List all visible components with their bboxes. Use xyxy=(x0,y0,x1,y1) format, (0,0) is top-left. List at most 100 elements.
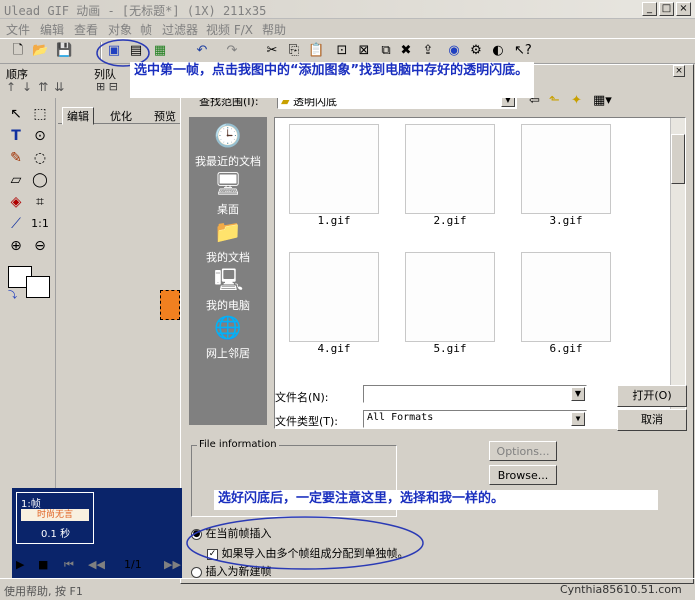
tool-palette: ↖ ⬚ T ⊙ ✎ ◌ ▱ ◯ ◈ ⌗ ⟋ 1:1 ⊕ ⊖ ⤵ xyxy=(0,98,56,488)
dropdown-arrow-icon[interactable]: ▼ xyxy=(571,412,585,426)
file-list-scrollbar[interactable] xyxy=(670,118,685,428)
place-my-computer[interactable]: 🖳 我的电脑 xyxy=(189,267,267,313)
canvas-image-object[interactable] xyxy=(160,290,180,320)
stop-icon[interactable]: ■ xyxy=(38,558,48,571)
first-frame-icon[interactable]: ⏮ xyxy=(64,558,74,572)
zoom-in-icon[interactable]: ⊕ xyxy=(6,236,26,256)
dialog-close-icon[interactable]: × xyxy=(673,65,685,77)
close-button[interactable]: × xyxy=(676,2,691,16)
place-label: 我的电脑 xyxy=(206,299,250,312)
view-menu-icon[interactable]: ▦▾ xyxy=(593,93,612,108)
crop-icon[interactable]: ⊡ xyxy=(334,43,350,59)
scrollbar-thumb[interactable] xyxy=(671,134,685,184)
play-icon[interactable]: ▶ xyxy=(16,558,24,571)
web-icon[interactable]: ◉ xyxy=(446,43,462,59)
lasso-tool-icon[interactable]: ◌ xyxy=(30,148,50,168)
status-help-text: 使用帮助, 按 F1 xyxy=(4,585,83,598)
watermark-text: Cynthia85610.51.com xyxy=(560,583,682,596)
next-frame-icon[interactable]: ▶▶ xyxy=(164,558,181,571)
background-color-swatch[interactable] xyxy=(26,276,50,298)
browse-button[interactable]: Browse... xyxy=(489,465,557,485)
file-thumbnail[interactable] xyxy=(405,252,495,342)
eyedropper-tool-icon[interactable]: ⟋ xyxy=(6,214,26,234)
transform-tool-icon[interactable]: ⊙ xyxy=(30,126,50,146)
maximize-button[interactable]: □ xyxy=(659,2,674,16)
place-label: 网上邻居 xyxy=(206,347,250,360)
place-recent[interactable]: 🕒 我最近的文档 xyxy=(189,123,267,169)
file-thumbnail[interactable] xyxy=(405,124,495,214)
file-name[interactable]: 3.gif xyxy=(521,214,611,227)
fill-tool-icon[interactable]: ◈ xyxy=(6,192,26,212)
actual-size-icon[interactable]: 1:1 xyxy=(30,214,50,234)
open-folder-icon[interactable]: 📂 xyxy=(32,43,48,59)
marquee-tool-icon[interactable]: ⬚ xyxy=(30,104,50,124)
menu-filter[interactable]: 过滤器 xyxy=(162,21,198,38)
my-computer-icon: 🖳 xyxy=(214,268,244,293)
file-name[interactable]: 4.gif xyxy=(289,342,379,355)
help-pointer-icon[interactable]: ↖? xyxy=(514,43,532,59)
place-desktop[interactable]: 🖥 桌面 xyxy=(189,171,267,217)
file-name[interactable]: 6.gif xyxy=(521,342,611,355)
eraser-tool-icon[interactable]: ▱ xyxy=(6,170,26,190)
resize-icon[interactable]: ⊠ xyxy=(356,43,372,59)
paste-icon[interactable]: 📋 xyxy=(308,43,324,59)
status-bar: 使用帮助, 按 F1 Cynthia85610.51.com xyxy=(0,578,695,600)
prev-frame-icon[interactable]: ◀◀ xyxy=(88,558,105,571)
file-name[interactable]: 2.gif xyxy=(405,214,495,227)
file-thumbnail[interactable] xyxy=(289,124,379,214)
menu-help[interactable]: 帮助 xyxy=(262,21,286,38)
duplicate-icon[interactable]: ⧉ xyxy=(378,43,394,59)
new-folder-icon[interactable]: ✦ xyxy=(571,93,582,108)
redo-icon[interactable]: ↷ xyxy=(224,43,240,59)
file-name[interactable]: 5.gif xyxy=(405,342,495,355)
frame-delay: 0.1 秒 xyxy=(41,529,71,540)
undo-icon[interactable]: ↶ xyxy=(194,43,210,59)
text-tool-icon[interactable]: T xyxy=(6,126,26,146)
frame-thumbnail[interactable]: 1:帧 时尚无言 0.1 秒 xyxy=(16,492,94,544)
file-thumbnail[interactable] xyxy=(521,252,611,342)
place-my-documents[interactable]: 📁 我的文档 xyxy=(189,219,267,265)
brush-tool-icon[interactable]: ✎ xyxy=(6,148,26,168)
image-editor-icon[interactable]: ▦ xyxy=(152,43,168,59)
open-button[interactable]: 打开(O) xyxy=(617,385,687,407)
zoom-out-icon[interactable]: ⊖ xyxy=(30,236,50,256)
crop-tool-icon[interactable]: ⌗ xyxy=(30,192,50,212)
highlight-ellipse-options xyxy=(186,516,424,570)
place-network[interactable]: 🌐 网上邻居 xyxy=(189,315,267,361)
dropdown-arrow-icon[interactable]: ▼ xyxy=(571,387,585,401)
menu-edit[interactable]: 编辑 xyxy=(40,21,64,38)
file-thumbnail[interactable] xyxy=(289,252,379,342)
tab-preview[interactable]: 预览 xyxy=(154,108,176,124)
cut-icon[interactable]: ✂ xyxy=(264,43,280,59)
preview-icon[interactable]: ◐ xyxy=(490,43,506,59)
frame-caption: 时尚无言 xyxy=(21,509,89,521)
filename-input[interactable]: ▼ xyxy=(363,385,587,403)
pointer-tool-icon[interactable]: ↖ xyxy=(6,104,26,124)
tools-icon[interactable]: ✖ xyxy=(398,43,414,59)
file-info-label: File information xyxy=(197,439,279,450)
tab-edit[interactable]: 编辑 xyxy=(62,107,94,125)
save-icon[interactable]: 💾 xyxy=(56,43,72,59)
file-name[interactable]: 1.gif xyxy=(289,214,379,227)
menu-video-fx[interactable]: 视频 F/X xyxy=(206,21,253,38)
menu-file[interactable]: 文件 xyxy=(6,21,30,38)
filetype-label: 文件类型(T): xyxy=(275,415,339,428)
instruction-note-top: 选中第一帧，点击我图中的“添加图象”找到电脑中存好的透明闪底。 xyxy=(130,62,534,98)
filetype-select[interactable]: All Formats ▼ xyxy=(363,410,587,428)
up-folder-icon[interactable]: ⬑ xyxy=(549,93,560,108)
ellipse-tool-icon[interactable]: ◯ xyxy=(30,170,50,190)
cancel-button[interactable]: 取消 xyxy=(617,409,687,431)
order-arrows-icon[interactable]: ↑↓⇈⇊ xyxy=(6,80,70,94)
minimize-button[interactable]: _ xyxy=(642,2,657,16)
playback-controls: ▶ ■ ⏮ ◀◀ 1/1 ▶▶ xyxy=(12,556,192,576)
export-icon[interactable]: ⇪ xyxy=(420,43,436,59)
tab-optimize[interactable]: 优化 xyxy=(110,108,132,124)
new-file-icon[interactable]: 🗋 xyxy=(10,43,26,59)
options-button[interactable]: Options... xyxy=(489,441,557,461)
optimize-icon[interactable]: ⚙ xyxy=(468,43,484,59)
workspace-tabs: 编辑 优化 预览 xyxy=(58,106,180,125)
frame-page: 1/1 xyxy=(124,558,142,571)
copy-icon[interactable]: ⎘ xyxy=(286,43,302,59)
file-thumbnail[interactable] xyxy=(521,124,611,214)
swap-colors-icon[interactable]: ⤵ xyxy=(8,288,17,301)
